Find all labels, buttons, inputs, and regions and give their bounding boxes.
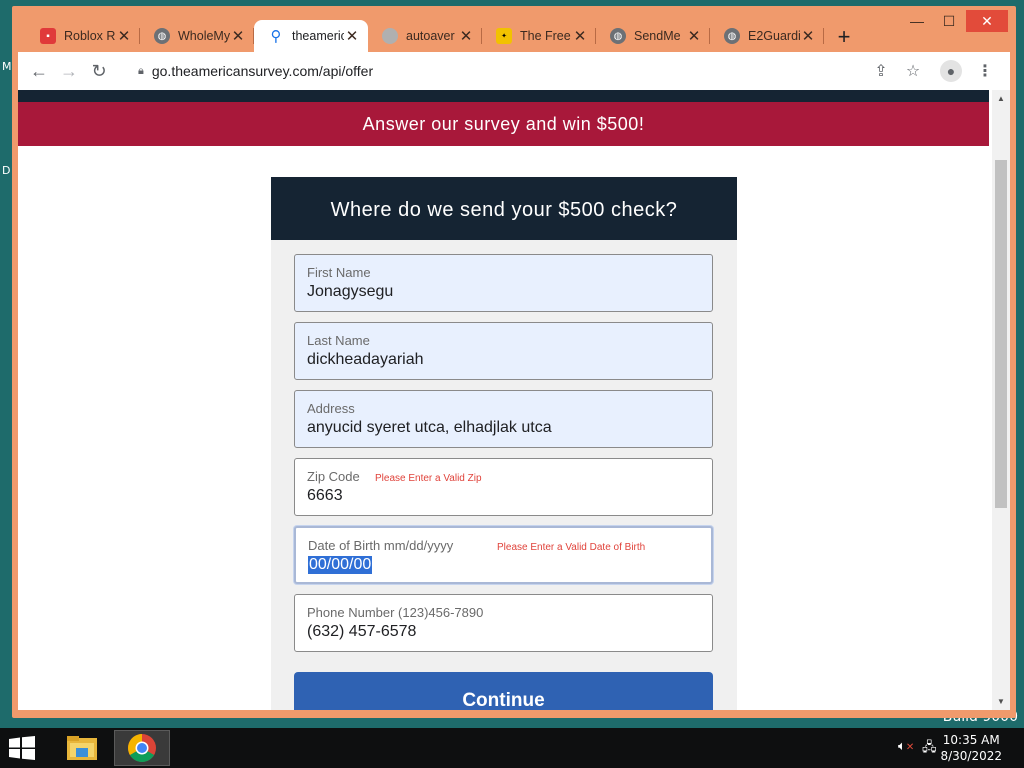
scroll-up-arrow-icon[interactable]: ▲ [997,94,1005,103]
gray-circle-icon [382,28,398,44]
new-tab-button[interactable]: + [832,24,856,50]
tab-theamericansurvey[interactable]: ⚲ theamerican ✕ [254,20,368,52]
scroll-down-arrow-icon[interactable]: ▼ [997,697,1005,706]
minimize-icon[interactable]: — [902,10,932,32]
tab-title: theamerican [292,29,344,43]
maximize-icon[interactable]: ☐ [934,10,964,32]
tab-autoaver[interactable]: autoaver ✕ [368,20,482,52]
profile-avatar-icon[interactable]: ● [936,56,966,86]
field-value[interactable]: (632) 457-6578 [307,623,416,641]
globe-icon: ◍ [724,28,740,44]
field-value-selected[interactable]: 00/00/00 [308,556,373,574]
field-label: Date of Birth mm/dd/yyyy [308,538,454,553]
clock-date: 8/30/2022 [940,749,1002,763]
back-arrow-icon[interactable]: ← [24,56,54,86]
tab-strip: ▪ Roblox R ✕ ◍ WholeMy ✕ ⚲ theamerican ✕… [12,6,1016,56]
dob-error-message: Please Enter a Valid Date of Birth [497,542,646,553]
reload-icon[interactable]: ↻ [84,56,114,86]
field-value[interactable]: anyucid syeret utca, elhadjlak utca [307,419,552,437]
tab-roblox[interactable]: ▪ Roblox R ✕ [26,20,140,52]
taskbar-clock[interactable]: 10:35 AM 8/30/2022 [940,732,1002,764]
field-value[interactable]: 6663 [307,487,343,505]
tab-thefree[interactable]: ✦ The Free ✕ [482,20,596,52]
last-name-field[interactable]: Last Name dickheadayariah [294,322,713,380]
zip-error-message: Please Enter a Valid Zip [375,473,482,484]
tab-title: autoaver [406,29,455,43]
tab-title: WholeMy [178,29,230,43]
free-tag-icon: ✦ [496,28,512,44]
field-value[interactable]: dickheadayariah [307,351,424,369]
lock-icon[interactable]: 🔒︎ [138,65,144,78]
file-explorer-icon[interactable] [54,730,110,766]
address-bar[interactable]: 🔒︎ go.theamericansurvey.com/api/offer [134,57,904,85]
map-pin-icon: ⚲ [270,28,282,45]
close-tab-icon[interactable]: ✕ [686,27,702,45]
globe-icon: ◍ [154,28,170,44]
tab-e2guardian[interactable]: ◍ E2Guardi ✕ [710,20,824,52]
page-viewport: Answer our survey and win $500! Where do… [18,90,1010,710]
close-tab-icon[interactable]: ✕ [572,27,588,45]
field-label: Address [307,401,355,416]
field-label: Zip Code [307,469,360,484]
desktop-edge-text: D [2,164,11,177]
signup-form: Where do we send your $500 check? First … [271,177,737,710]
close-tab-icon[interactable]: ✕ [458,27,474,45]
close-tab-icon[interactable]: ✕ [800,27,816,45]
zip-code-field[interactable]: Zip Code Please Enter a Valid Zip 6663 [294,458,713,516]
bookmark-star-icon[interactable]: ☆ [898,56,928,86]
form-title: Where do we send your $500 check? [271,177,737,240]
clock-time: 10:35 AM [942,733,1000,747]
roblox-icon: ▪ [40,28,56,44]
first-name-field[interactable]: First Name Jonagysegu [294,254,713,312]
menu-kebab-icon[interactable]: ⋮ [970,56,1000,86]
address-field[interactable]: Address anyucid syeret utca, elhadjlak u… [294,390,713,448]
promo-banner: Answer our survey and win $500! [18,102,989,146]
field-label: Phone Number (123)456-7890 [307,605,484,620]
browser-window: ▪ Roblox R ✕ ◍ WholeMy ✕ ⚲ theamerican ✕… [12,6,1016,718]
url-text: go.theamericansurvey.com/api/offer [151,63,374,79]
forward-arrow-icon[interactable]: → [54,56,84,86]
windows-taskbar: 🔈︎✕ 🖧︎ 10:35 AM 8/30/2022 [0,728,1024,768]
scrollbar-thumb[interactable] [995,160,1007,508]
field-label: First Name [307,265,371,280]
top-nav-bar [18,90,989,102]
desktop-edge-text: M [2,60,12,73]
phone-number-field[interactable]: Phone Number (123)456-7890 (632) 457-657… [294,594,713,652]
tab-title: The Free [520,29,571,43]
globe-icon: ◍ [610,28,626,44]
tab-title: Roblox R [64,29,116,43]
page-scrollbar[interactable]: ▲ ▼ [992,90,1010,710]
volume-muted-icon[interactable]: 🔈︎✕ [898,738,914,754]
tab-title: E2Guardi [748,29,800,43]
share-icon[interactable]: ⇪ [866,56,896,86]
windows-start-icon[interactable] [8,736,38,760]
tab-title: SendMe [634,29,681,43]
close-window-icon[interactable]: ✕ [966,10,1008,32]
field-label: Last Name [307,333,370,348]
close-tab-icon[interactable]: ✕ [230,27,246,45]
date-of-birth-field[interactable]: Date of Birth mm/dd/yyyy Please Enter a … [294,526,713,584]
tab-sendme[interactable]: ◍ SendMe ✕ [596,20,710,52]
continue-button[interactable]: Continue [294,672,713,710]
close-tab-icon[interactable]: ✕ [116,27,132,45]
browser-toolbar: ← → ↻ 🔒︎ go.theamericansurvey.com/api/of… [18,52,1010,90]
tab-wholemy[interactable]: ◍ WholeMy ✕ [140,20,254,52]
network-icon[interactable]: 🖧︎ [922,738,937,760]
field-value[interactable]: Jonagysegu [307,283,393,301]
chrome-taskbar-icon[interactable] [114,730,170,766]
close-tab-icon[interactable]: ✕ [344,27,360,45]
